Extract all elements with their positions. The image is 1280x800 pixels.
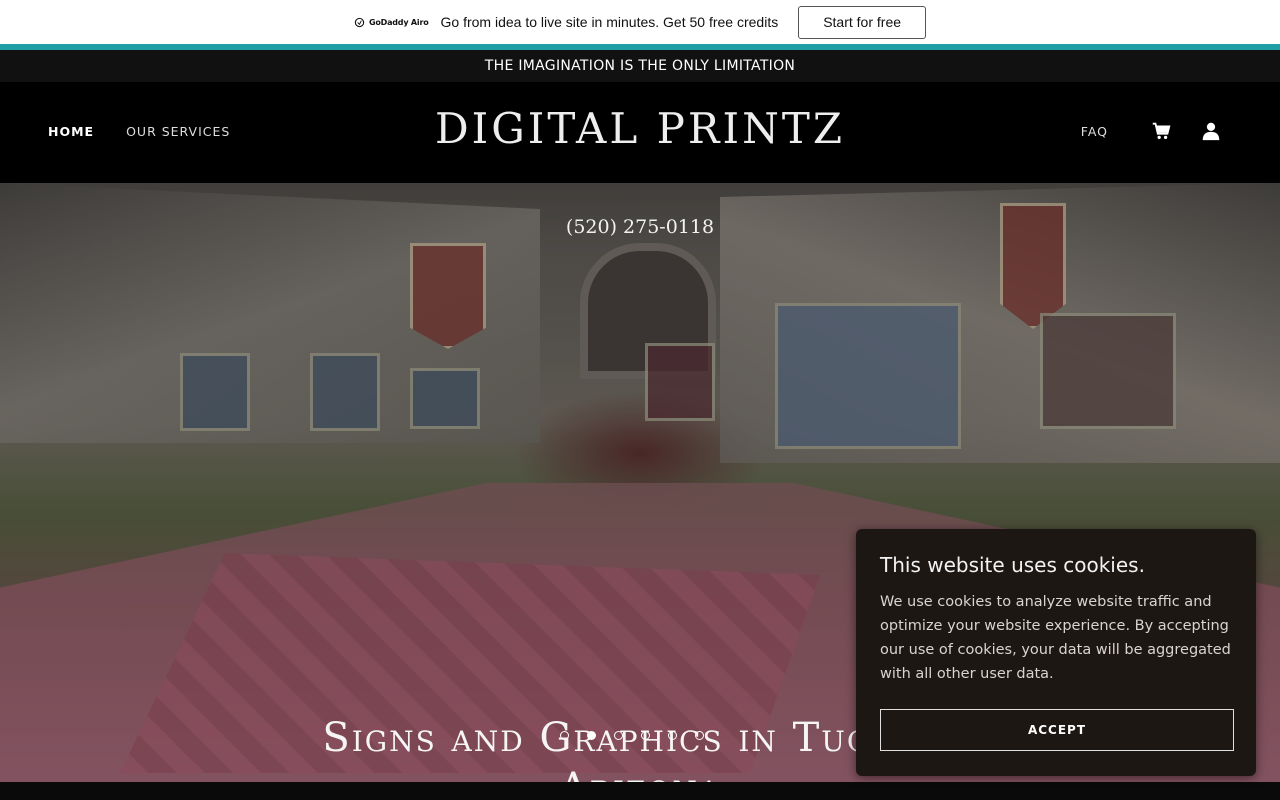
godaddy-airo-logo: GoDaddy Airo bbox=[354, 17, 429, 28]
hero-image-frame bbox=[775, 303, 961, 449]
slide-dot[interactable] bbox=[614, 731, 623, 740]
hero-image-frame bbox=[180, 353, 250, 431]
accept-cookies-button[interactable]: ACCEPT bbox=[880, 709, 1234, 751]
start-for-free-button[interactable]: Start for free bbox=[798, 5, 927, 39]
cookie-consent-dialog: This website uses cookies. We use cookie… bbox=[856, 529, 1256, 776]
slide-dot[interactable] bbox=[668, 731, 677, 740]
slide-dot[interactable] bbox=[641, 731, 650, 740]
tagline-bar: THE IMAGINATION IS THE ONLY LIMITATION bbox=[0, 50, 1280, 82]
slide-dot-active[interactable] bbox=[587, 731, 596, 740]
slide-dot[interactable] bbox=[560, 731, 569, 740]
hero-image-frame bbox=[310, 353, 380, 431]
promo-banner: GoDaddy Airo Go from idea to live site i… bbox=[0, 0, 1280, 50]
promo-message: Go from idea to live site in minutes. Ge… bbox=[440, 14, 779, 30]
hero-phone-number[interactable]: (520) 275-0118 bbox=[0, 216, 1280, 238]
nav-item-faq[interactable]: FAQ bbox=[1081, 124, 1108, 139]
slide-indicators bbox=[560, 731, 704, 740]
hero-image-banner bbox=[410, 243, 486, 349]
hero-image-frame bbox=[645, 343, 715, 421]
hero-image-frame bbox=[1040, 313, 1176, 429]
slide-dot[interactable] bbox=[695, 731, 704, 740]
cookie-body: We use cookies to analyze website traffi… bbox=[880, 594, 1231, 682]
godaddy-logo-icon bbox=[354, 17, 365, 27]
site-header: HOME OUR SERVICES DIGITAL PRINTZ FAQ bbox=[0, 82, 1280, 183]
header-actions: FAQ bbox=[1081, 120, 1222, 142]
logo-text: GoDaddy Airo bbox=[368, 17, 429, 27]
bottom-bar bbox=[0, 782, 1280, 800]
account-icon[interactable] bbox=[1200, 120, 1222, 142]
cart-icon[interactable] bbox=[1150, 120, 1172, 142]
cookie-title: This website uses cookies. bbox=[880, 553, 1145, 577]
hero-image-frame bbox=[410, 368, 480, 429]
